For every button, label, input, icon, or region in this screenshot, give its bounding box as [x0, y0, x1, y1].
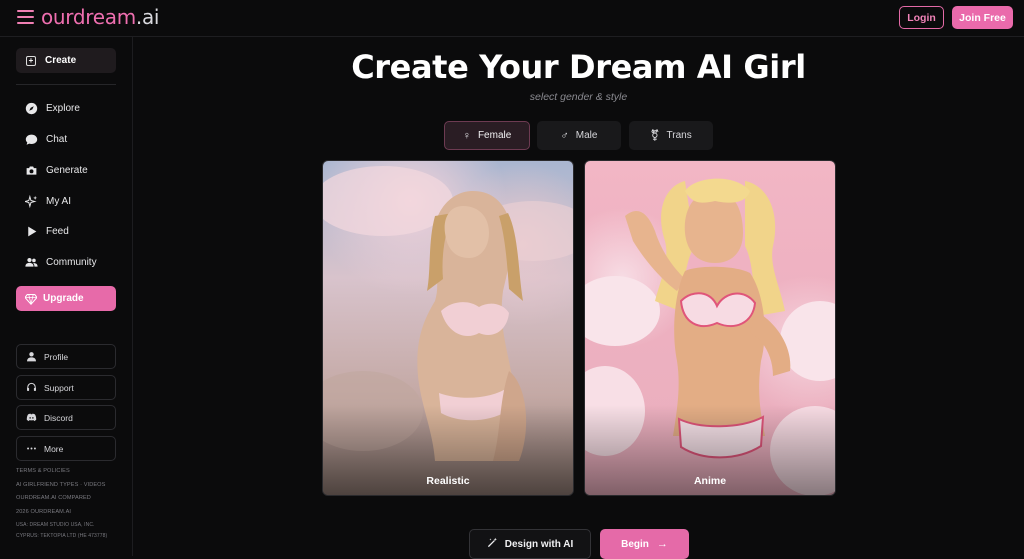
sidebar: + Create Explore Chat Generate My AI Fee… — [0, 37, 133, 556]
cyprus-company-text: CYPRUS: TEKTOPIA LTD (HE 473778) — [16, 533, 108, 539]
join-free-button[interactable]: Join Free — [952, 6, 1013, 29]
footer-separator: · — [80, 482, 83, 488]
sidebar-item-feed[interactable]: Feed — [24, 222, 124, 240]
headset-icon — [26, 382, 37, 393]
support-label: Support — [44, 382, 74, 393]
style-card-anime[interactable]: Anime — [584, 160, 836, 496]
sidebar-item-create[interactable]: + Create — [16, 48, 116, 73]
login-button[interactable]: Login — [899, 6, 944, 29]
copyright-text: 2026 OURDREAM.AI — [16, 509, 72, 515]
upgrade-button[interactable]: Upgrade — [16, 286, 116, 311]
upgrade-label: Upgrade — [43, 293, 84, 304]
person-icon — [26, 351, 37, 362]
sidebar-divider — [16, 84, 116, 85]
usa-company-text: USA: DREAM STUDIO USA, INC. — [16, 522, 95, 528]
magic-wand-icon — [487, 537, 498, 551]
male-symbol-icon: ♂ — [560, 129, 569, 142]
gender-tab-label: Female — [477, 130, 512, 141]
gender-tab-female[interactable]: ♀ Female — [444, 121, 530, 150]
design-with-ai-label: Design with AI — [504, 538, 574, 550]
sidebar-item-label: Explore — [46, 102, 80, 114]
sidebar-item-my-ai[interactable]: My AI — [24, 192, 124, 210]
plus-square-icon: + — [26, 55, 36, 66]
more-button[interactable]: More — [16, 436, 116, 461]
female-symbol-icon: ♀ — [462, 129, 471, 142]
users-icon — [24, 255, 38, 269]
chat-bubble-icon — [24, 132, 38, 146]
sidebar-item-label: Generate — [46, 164, 88, 176]
gender-tab-male[interactable]: ♂ Male — [537, 121, 621, 150]
logo-tld: .ai — [135, 5, 160, 29]
sidebar-item-generate[interactable]: Generate — [24, 161, 124, 179]
gender-tab-label: Trans — [666, 130, 692, 141]
play-icon — [24, 224, 38, 238]
sidebar-item-label: Create — [45, 55, 77, 66]
top-bar: ourdream.ai Login Join Free — [0, 0, 1024, 37]
style-card-realistic[interactable]: Realistic — [322, 160, 574, 496]
compass-icon — [24, 101, 38, 115]
sparkles-icon — [24, 194, 38, 208]
footer-links-row: AI GIRLFRIEND TYPES · VIDEOS — [16, 482, 105, 488]
videos-link[interactable]: VIDEOS — [84, 482, 106, 488]
logo[interactable]: ourdream.ai — [41, 5, 159, 29]
ellipsis-icon — [26, 443, 37, 454]
sidebar-item-chat[interactable]: Chat — [24, 130, 124, 148]
profile-button[interactable]: Profile — [16, 344, 116, 369]
begin-label: Begin — [621, 538, 649, 550]
terms-link[interactable]: TERMS & POLICIES — [16, 468, 70, 474]
gender-tab-label: Male — [575, 130, 598, 141]
more-label: More — [44, 443, 64, 454]
ai-girlfriend-types-link[interactable]: AI GIRLFRIEND TYPES — [16, 482, 78, 488]
sidebar-item-label: Chat — [46, 133, 68, 145]
sidebar-item-label: Community — [46, 256, 97, 268]
gender-tab-trans[interactable]: ⚧ Trans — [629, 121, 713, 150]
support-button[interactable]: Support — [16, 375, 116, 400]
hamburger-menu-icon[interactable] — [17, 10, 34, 25]
sidebar-item-label: My AI — [46, 195, 72, 207]
begin-button[interactable]: Begin → — [600, 529, 689, 559]
logo-brand: ourdream — [41, 5, 136, 29]
sidebar-item-explore[interactable]: Explore — [24, 99, 124, 117]
transgender-symbol-icon: ⚧ — [650, 130, 660, 142]
camera-icon — [24, 163, 38, 177]
compared-link[interactable]: OURDREAM.AI COMPARED — [16, 495, 91, 501]
discord-button[interactable]: Discord — [16, 405, 116, 430]
discord-icon — [26, 412, 37, 423]
profile-label: Profile — [44, 351, 69, 362]
discord-label: Discord — [44, 412, 73, 423]
style-card-label: Realistic — [426, 475, 470, 487]
page-subtitle: select gender & style — [529, 91, 628, 103]
sidebar-item-community[interactable]: Community — [24, 253, 124, 271]
arrow-right-icon: → — [656, 538, 668, 550]
design-with-ai-button[interactable]: Design with AI — [469, 529, 591, 559]
diamond-icon — [25, 293, 37, 305]
page-title: Create Your Dream AI Girl — [351, 48, 806, 86]
sidebar-item-label: Feed — [46, 225, 69, 237]
style-card-label: Anime — [693, 475, 727, 487]
